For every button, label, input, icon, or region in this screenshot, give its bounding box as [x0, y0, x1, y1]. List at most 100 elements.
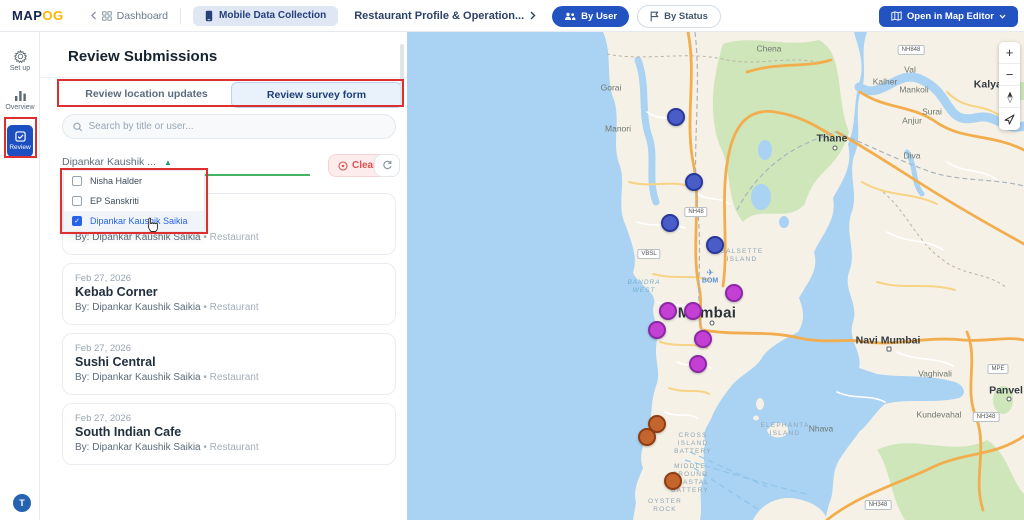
breadcrumb-label: Restaurant Profile & Operation...	[354, 9, 525, 22]
by-user-button[interactable]: By User	[552, 5, 630, 27]
card-title: Kebab Corner	[75, 285, 158, 299]
map-marker-blue[interactable]	[661, 214, 679, 232]
sidebar-overview-label: Overview	[5, 104, 35, 111]
card-date: Feb 27, 2026	[75, 413, 131, 424]
search-icon	[73, 122, 83, 131]
gear-icon	[13, 50, 27, 63]
by-status-label: By Status	[664, 10, 708, 22]
map-marker-orange[interactable]	[638, 428, 656, 446]
flag-icon	[650, 11, 659, 21]
review-panel: Review Submissions Review location updat…	[40, 32, 407, 520]
users-icon	[565, 12, 576, 20]
open-in-map-editor-button[interactable]: Open in Map Editor	[878, 5, 1018, 27]
locate-button[interactable]	[999, 108, 1020, 130]
submission-card[interactable]: Feb 27, 2026 South Indian Cafe By: Dipanka…	[62, 403, 396, 465]
dashboard-back-button[interactable]: Dashboard	[90, 10, 168, 22]
map-marker-orange[interactable]	[664, 472, 682, 490]
tab-review-location-updates[interactable]: Review location updates	[62, 82, 231, 108]
sidebar-item-setup[interactable]: Set up	[0, 50, 40, 72]
card-date: Feb 27, 2026	[75, 343, 131, 354]
checkbox-checked-icon[interactable]: ✓	[72, 216, 82, 226]
map-controls: + −	[999, 42, 1020, 130]
mobile-data-collection-label: Mobile Data Collection	[219, 10, 327, 21]
dropdown-option-label: Nisha Halder	[90, 176, 143, 186]
checkbox-unchecked-icon[interactable]	[72, 176, 82, 186]
sidebar-item-overview[interactable]: Overview	[0, 90, 40, 111]
review-active-tile[interactable]: Review	[7, 125, 33, 157]
map-base-layer	[407, 32, 1024, 520]
sidebar-item-review[interactable]: Review	[0, 125, 40, 157]
dropdown-option[interactable]: EP Sanskriti	[64, 191, 204, 211]
app-root: MAPOG Dashboard Mobile Data Collection R…	[0, 0, 1024, 520]
map-marker-blue[interactable]	[706, 236, 724, 254]
grid-icon	[101, 10, 112, 21]
topbar-actions: By User By Status Open in Map Editor	[552, 0, 1018, 32]
top-bar: MAPOG Dashboard Mobile Data Collection R…	[0, 0, 1024, 32]
map-marker-magenta[interactable]	[648, 321, 666, 339]
compass-button[interactable]	[999, 86, 1020, 108]
refresh-button[interactable]	[374, 154, 400, 177]
sidebar-review-label: Review	[9, 144, 31, 151]
map-marker-magenta[interactable]	[684, 302, 702, 320]
bar-chart-icon	[14, 91, 26, 101]
chevron-left-icon	[90, 11, 96, 20]
card-title: Sushi Central	[75, 355, 156, 369]
chevron-right-icon	[530, 11, 536, 20]
card-category: • Restaurant	[203, 372, 259, 383]
map-marker-magenta[interactable]	[689, 355, 707, 373]
map-marker-blue[interactable]	[667, 108, 685, 126]
checkbox-icon	[14, 131, 26, 142]
topbar-divider	[180, 7, 181, 24]
submission-card[interactable]: Feb 27, 2026 Sushi Central By: Dipankar Ka…	[62, 333, 396, 395]
open-in-map-editor-label: Open in Map Editor	[906, 10, 994, 22]
user-filter-dropdown-trigger[interactable]: Dipankar Kaushik ... ▲	[62, 156, 172, 168]
by-user-label: By User	[581, 10, 618, 22]
card-byline: By: Dipankar Kaushik Saikia • Restaurant	[75, 302, 259, 313]
clear-circle-icon	[338, 160, 348, 171]
city-dot	[886, 346, 892, 352]
logo-map-text: MAP	[12, 8, 43, 23]
compass-icon	[1006, 91, 1013, 103]
dashboard-label: Dashboard	[116, 9, 168, 22]
search-input[interactable]	[88, 121, 385, 132]
city-dot	[709, 320, 715, 326]
zoom-out-button[interactable]: −	[999, 64, 1020, 86]
map-marker-blue[interactable]	[685, 173, 703, 191]
checkbox-unchecked-icon[interactable]	[72, 196, 82, 206]
card-category: • Restaurant	[203, 302, 259, 313]
app-logo: MAPOG	[12, 8, 64, 23]
city-dot	[1006, 396, 1012, 402]
map-marker-magenta[interactable]	[659, 302, 677, 320]
card-byline: By: Dipankar Kaushik Saikia • Restaurant	[75, 232, 259, 243]
breadcrumb[interactable]: Restaurant Profile & Operation...	[354, 10, 536, 22]
dropdown-option[interactable]: Nisha Halder	[64, 171, 204, 191]
submission-list: By: Dipankar Kaushik Saikia • Restaurant…	[62, 193, 396, 473]
by-status-button[interactable]: By Status	[637, 4, 721, 28]
dropdown-option[interactable]: ✓ Dipankar Kaushik Saikia	[64, 211, 204, 231]
dropdown-option-label: EP Sanskriti	[90, 196, 139, 206]
caret-up-icon: ▲	[163, 157, 172, 167]
map-marker-magenta[interactable]	[725, 284, 743, 302]
tab-review-survey-form[interactable]: Review survey form	[231, 82, 402, 108]
search-box[interactable]	[62, 114, 396, 139]
panel-scrollbar[interactable]	[400, 44, 404, 106]
map-icon	[891, 11, 902, 21]
submission-card[interactable]: Feb 27, 2026 Kebab Corner By: Dipankar Kau…	[62, 263, 396, 325]
card-byline: By: Dipankar Kaushik Saikia • Restaurant	[75, 442, 259, 453]
mobile-data-collection-button[interactable]: Mobile Data Collection	[193, 5, 339, 26]
city-dot	[832, 145, 838, 151]
review-tabs: Review location updates Review survey fo…	[62, 82, 402, 108]
map-canvas[interactable]: Chena Gorai Manori Kalher Val Mankoli Surai Anj…	[407, 32, 1024, 520]
user-filter-dropdown-menu: Nisha Halder EP Sanskriti ✓ Dipankar Kaushi…	[63, 170, 205, 232]
user-avatar[interactable]: T	[13, 494, 31, 512]
zoom-in-button[interactable]: +	[999, 42, 1020, 64]
card-date: Feb 27, 2026	[75, 273, 131, 284]
locate-arrow-icon	[1004, 113, 1015, 125]
logo-og-text: OG	[42, 8, 64, 23]
card-title: South Indian Cafe	[75, 425, 182, 439]
map-marker-magenta[interactable]	[694, 330, 712, 348]
phone-icon	[205, 10, 213, 21]
dropdown-option-label: Dipankar Kaushik Saikia	[90, 216, 188, 226]
refresh-icon	[382, 160, 392, 170]
icon-sidebar: Set up Overview Review T	[0, 32, 40, 520]
